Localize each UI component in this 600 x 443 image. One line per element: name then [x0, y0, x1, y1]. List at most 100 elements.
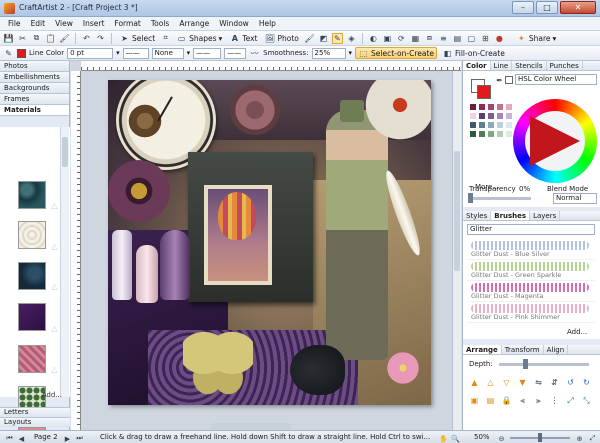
fav-icon[interactable]: △	[49, 364, 60, 375]
fav-icon[interactable]: △	[49, 323, 60, 334]
ungroup-objects-icon[interactable]: ▤	[485, 395, 496, 406]
pencil-icon[interactable]: ✎	[331, 32, 343, 44]
gold-butterfly[interactable]	[183, 325, 253, 395]
app-icon[interactable]	[4, 3, 15, 14]
bring-forward-icon[interactable]: △	[485, 377, 496, 388]
last-page-icon[interactable]: ⏭	[74, 433, 85, 443]
hand-pan-icon[interactable]: ✋	[438, 433, 449, 443]
no-color-swatch[interactable]	[505, 76, 513, 84]
zoom-in-icon[interactable]: ⊕	[574, 433, 585, 443]
redo-icon[interactable]: ↷	[95, 33, 106, 44]
material-thumbnail-teal-damask[interactable]	[18, 181, 46, 209]
cutout-icon[interactable]: ▣	[382, 33, 393, 44]
tab-stencils[interactable]: Stencils	[512, 61, 547, 70]
layers-icon[interactable]: ⧈	[424, 33, 435, 44]
tab-punches[interactable]: Punches	[547, 61, 583, 70]
arrange-icon[interactable]: ⤢	[565, 395, 576, 406]
insert-icon[interactable]: ⊞	[480, 33, 491, 44]
select-tool-button[interactable]: ➤ Select	[117, 32, 157, 44]
rotate-left-icon[interactable]: ↺	[565, 377, 576, 388]
line-width-field[interactable]: 0 pt	[67, 47, 114, 59]
tab-styles[interactable]: Styles	[463, 211, 492, 220]
palette-swatch[interactable]	[496, 121, 504, 129]
palette-swatch[interactable]	[478, 103, 486, 111]
grid-icon[interactable]: ▦	[410, 33, 421, 44]
bring-to-front-icon[interactable]: ▲	[469, 377, 480, 388]
select-on-create-button[interactable]: ⬚ Select-on-Create	[355, 47, 437, 59]
chevron-down-icon[interactable]: ▾	[349, 49, 353, 57]
align-left-icon[interactable]: ⫷	[517, 395, 528, 406]
palette-swatch[interactable]	[496, 103, 504, 111]
text-tool-button[interactable]: A Text	[227, 32, 259, 44]
prev-page-icon[interactable]: ◀	[16, 433, 27, 443]
brushes-add-button[interactable]: Add...	[567, 328, 587, 336]
workspace[interactable]	[71, 61, 461, 430]
blend-mode-select[interactable]: Normal	[553, 193, 597, 204]
maximize-button[interactable]: □	[536, 1, 558, 14]
paste-icon[interactable]: 📋	[45, 33, 56, 44]
victorian-woman[interactable]	[326, 110, 388, 360]
material-thumbnail-rose-floral[interactable]	[18, 345, 46, 373]
line-style-field[interactable]: None	[151, 47, 184, 59]
tab-photos[interactable]: Photos	[0, 61, 69, 72]
tab-materials[interactable]: Materials	[0, 105, 69, 116]
material-thumbnail-navy-pattern[interactable]	[18, 262, 46, 290]
tab-color[interactable]: Color	[463, 61, 491, 70]
line-color-swatch[interactable]	[17, 48, 26, 58]
zoom-out-icon[interactable]: ⊖	[496, 433, 507, 443]
palette-swatch[interactable]	[487, 121, 495, 129]
tab-brushes[interactable]: Brushes	[491, 211, 531, 220]
menu-edit[interactable]: Edit	[26, 19, 51, 28]
palette-swatch[interactable]	[478, 112, 486, 120]
palette-swatch[interactable]	[487, 112, 495, 120]
undo-icon[interactable]: ↶	[81, 33, 92, 44]
scrollbar-thumb[interactable]	[454, 151, 460, 271]
distribute-icon[interactable]: ⋮	[549, 395, 560, 406]
scrollbar-thumb[interactable]	[62, 137, 68, 167]
fav-icon[interactable]: △	[49, 200, 60, 211]
depth-slider-handle[interactable]	[523, 359, 528, 369]
tab-layers[interactable]: Layers	[530, 211, 561, 220]
palette-swatch[interactable]	[505, 112, 513, 120]
chevron-down-icon[interactable]: ▾	[187, 49, 191, 57]
zoom-level[interactable]: 50%	[474, 433, 490, 441]
menu-file[interactable]: File	[3, 19, 26, 28]
tab-layouts[interactable]: Layouts	[0, 417, 70, 427]
tab-backgrounds[interactable]: Backgrounds	[0, 83, 69, 94]
first-page-icon[interactable]: ⏮	[4, 433, 15, 443]
flip-vertical-icon[interactable]: ⇵	[549, 377, 560, 388]
lock-icon[interactable]: 🔒	[501, 395, 512, 406]
tab-align[interactable]: Align	[544, 345, 569, 354]
vertical-scrollbar[interactable]	[452, 71, 461, 430]
brush-item[interactable]: Glitter Dust - Green Sparkle	[467, 260, 595, 281]
close-button[interactable]: ✕	[560, 1, 596, 14]
line-end-field[interactable]: ——	[122, 47, 149, 59]
cut-icon[interactable]: ✂	[17, 33, 28, 44]
palette-swatch[interactable]	[469, 112, 477, 120]
photo-tool-button[interactable]: 🖼 Photo	[262, 32, 300, 44]
palette-swatch[interactable]	[478, 121, 486, 129]
brush-item[interactable]: Glitter Dust - Blue Silver	[467, 239, 595, 260]
transparency-slider-handle[interactable]	[468, 193, 473, 203]
saturation-triangle[interactable]	[530, 116, 580, 166]
tab-arrange[interactable]: Arrange	[463, 345, 502, 354]
send-to-back-icon[interactable]: ▼	[517, 377, 528, 388]
fit-page-icon[interactable]: ⤢	[587, 433, 598, 443]
horizontal-ruler[interactable]	[81, 61, 461, 71]
black-crow[interactable]	[290, 345, 345, 395]
align-right-icon[interactable]: ⫸	[533, 395, 544, 406]
material-thumbnail-purple[interactable]	[18, 303, 46, 331]
tab-letters[interactable]: Letters	[0, 407, 70, 417]
transparency-slider[interactable]	[469, 197, 531, 200]
zoom-slider-handle[interactable]	[538, 433, 542, 442]
transparency-tool-icon[interactable]: ◐	[368, 33, 379, 44]
color-icon[interactable]: ●	[494, 33, 505, 44]
send-backward-icon[interactable]: ▽	[501, 377, 512, 388]
palette-swatch[interactable]	[505, 130, 513, 138]
perfume-bottle-right[interactable]	[160, 230, 190, 300]
tab-line[interactable]: Line	[491, 61, 513, 70]
next-page-icon[interactable]: ▶	[62, 433, 73, 443]
tab-transform[interactable]: Transform	[502, 345, 544, 354]
menu-view[interactable]: View	[50, 19, 78, 28]
zoom-tool-icon[interactable]: 🔍	[450, 433, 461, 443]
